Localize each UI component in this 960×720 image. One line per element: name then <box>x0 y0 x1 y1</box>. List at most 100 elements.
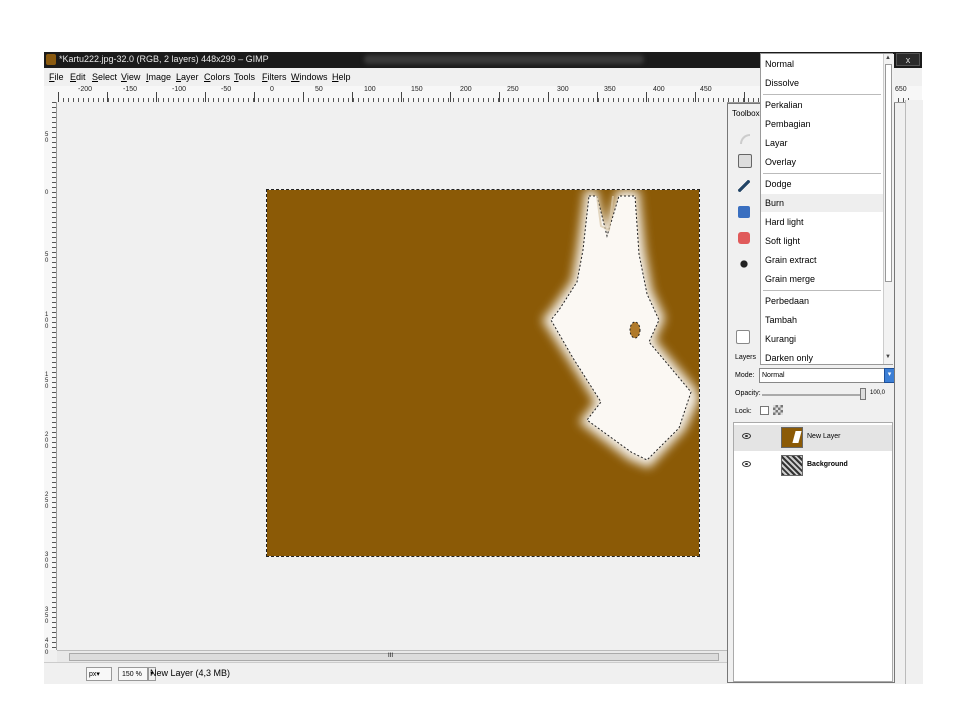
eye-icon[interactable] <box>742 461 751 467</box>
mode-option[interactable]: Kurangi <box>761 330 883 348</box>
layer-name: New Layer <box>807 433 841 440</box>
vruler-label: 0 <box>45 190 49 196</box>
mode-value: Normal <box>762 372 785 379</box>
menu-help[interactable]: Help <box>332 72 351 82</box>
white-torn-shape <box>542 190 699 468</box>
menu-filters[interactable]: Filters <box>262 72 287 82</box>
vruler-label: 250 <box>45 492 49 510</box>
layer-thumbnail <box>781 455 803 476</box>
mode-option[interactable]: Perbedaan <box>761 292 883 310</box>
menu-separator <box>763 94 881 95</box>
ruler-label: 300 <box>557 86 569 93</box>
ruler-label: 350 <box>604 86 616 93</box>
mode-option[interactable]: Layar <box>761 134 883 152</box>
mode-option[interactable]: Pembagian <box>761 115 883 133</box>
layer-row-background[interactable]: Background <box>734 453 892 479</box>
menu-separator <box>763 290 881 291</box>
mode-option[interactable]: Hard light <box>761 213 883 231</box>
lock-pixels-checkbox[interactable] <box>760 406 769 415</box>
vruler-label: 100 <box>45 312 49 330</box>
ruler-label: -100 <box>172 86 187 93</box>
ruler-label: 450 <box>700 86 712 93</box>
vertical-ruler: 50 0 50 100 150 200 250 300 350 400 <box>44 102 57 656</box>
tool-options-tab-icon[interactable] <box>736 330 750 344</box>
layers-list: New Layer Background <box>733 422 893 682</box>
layer-row-new-layer[interactable]: New Layer <box>734 425 892 451</box>
menu-colors[interactable]: Colors <box>204 72 230 82</box>
mode-option[interactable]: Perkalian <box>761 96 883 114</box>
menu-edit[interactable]: Edit <box>70 72 86 82</box>
opacity-slider-handle[interactable] <box>860 388 866 400</box>
scroll-up-arrow-icon[interactable]: ▲ <box>885 55 891 61</box>
zoom-value: 150 % <box>122 671 142 678</box>
gimp-app-icon <box>46 54 56 65</box>
status-bar: px▾ 150 % ▾ New Layer (4,3 MB) <box>44 662 744 684</box>
layer-mode-popup-list: Normal Dissolve Perkalian Pembagian Laya… <box>760 53 894 367</box>
window-close-button[interactable]: x <box>896 53 920 66</box>
menu-view[interactable]: View <box>121 72 140 82</box>
mode-option[interactable]: Grain merge <box>761 270 883 288</box>
mode-option[interactable]: Overlay <box>761 153 883 171</box>
dock-title: Toolbox <box>732 109 760 118</box>
horizontal-scroll-thumb[interactable]: III <box>69 653 719 661</box>
vruler-label: 150 <box>45 372 49 390</box>
lock-alpha-icon[interactable] <box>773 405 783 415</box>
menu-select[interactable]: Select <box>92 72 117 82</box>
vruler-label: 400 <box>45 638 49 656</box>
opacity-label: Opacity: <box>735 390 761 397</box>
mode-option-highlighted[interactable]: Burn <box>761 194 883 212</box>
opacity-slider-track[interactable] <box>762 394 862 396</box>
ruler-label: 100 <box>364 86 376 93</box>
scroll-grip-label: III <box>388 653 394 659</box>
eraser-tool-icon[interactable] <box>738 232 750 244</box>
close-label: x <box>905 55 911 65</box>
mode-option[interactable]: Dissolve <box>761 74 883 92</box>
layer-mode-select[interactable]: Normal <box>759 368 885 383</box>
menu-layer[interactable]: Layer <box>176 72 199 82</box>
vruler-label: 50 <box>45 252 49 264</box>
mode-option[interactable]: Normal <box>761 55 883 73</box>
scroll-down-arrow-icon[interactable]: ▼ <box>885 354 891 360</box>
layer-name: Background <box>807 461 848 468</box>
ruler-label: 250 <box>507 86 519 93</box>
menu-windows[interactable]: Windows <box>291 72 328 82</box>
status-message: New Layer (4,3 MB) <box>150 668 231 678</box>
vruler-label: 350 <box>45 607 49 625</box>
popup-scrollbar[interactable]: ▲ ▼ <box>883 54 894 364</box>
mode-option[interactable]: Tambah <box>761 311 883 329</box>
menu-separator <box>763 173 881 174</box>
layers-tab-label[interactable]: Layers <box>735 354 756 361</box>
menu-file[interactable]: File <box>49 72 64 82</box>
mode-option[interactable]: Soft light <box>761 232 883 250</box>
vruler-label: 200 <box>45 432 49 450</box>
ruler-label: 150 <box>411 86 423 93</box>
ruler-label: 650 <box>895 86 907 93</box>
menu-tools[interactable]: Tools <box>234 72 255 82</box>
mode-option[interactable]: Dodge <box>761 175 883 193</box>
ruler-label: -150 <box>123 86 138 93</box>
ink-tool-icon[interactable] <box>738 258 750 270</box>
vruler-label: 300 <box>45 552 49 570</box>
mode-option[interactable]: Darken only <box>761 349 883 367</box>
ruler-label: 200 <box>460 86 472 93</box>
mode-label: Mode: <box>735 372 755 379</box>
rect-select-tool-icon[interactable] <box>738 154 752 168</box>
menu-image[interactable]: Image <box>146 72 171 82</box>
opacity-value[interactable]: 100,0 <box>870 390 885 396</box>
ruler-label: 400 <box>653 86 665 93</box>
image-canvas[interactable] <box>57 102 727 650</box>
eye-icon[interactable] <box>742 433 751 439</box>
vruler-label: 50 <box>45 132 49 144</box>
popup-scroll-thumb[interactable] <box>885 64 892 282</box>
unit-selector[interactable]: px▾ <box>86 667 112 681</box>
zoom-selector[interactable]: 150 % <box>118 667 148 681</box>
bucket-fill-tool-icon[interactable] <box>738 206 750 218</box>
mode-dropdown-button[interactable]: ▾ <box>884 368 894 383</box>
ruler-label: -50 <box>221 86 232 93</box>
image-layer-content[interactable] <box>266 189 700 557</box>
right-edge-panel <box>905 100 923 684</box>
mode-option[interactable]: Grain extract <box>761 251 883 269</box>
paintbrush-tool-icon[interactable] <box>738 180 750 192</box>
lasso-tool-icon[interactable] <box>740 134 750 144</box>
window-title: *Kartu222.jpg-32.0 (RGB, 2 layers) 448x2… <box>59 54 269 64</box>
